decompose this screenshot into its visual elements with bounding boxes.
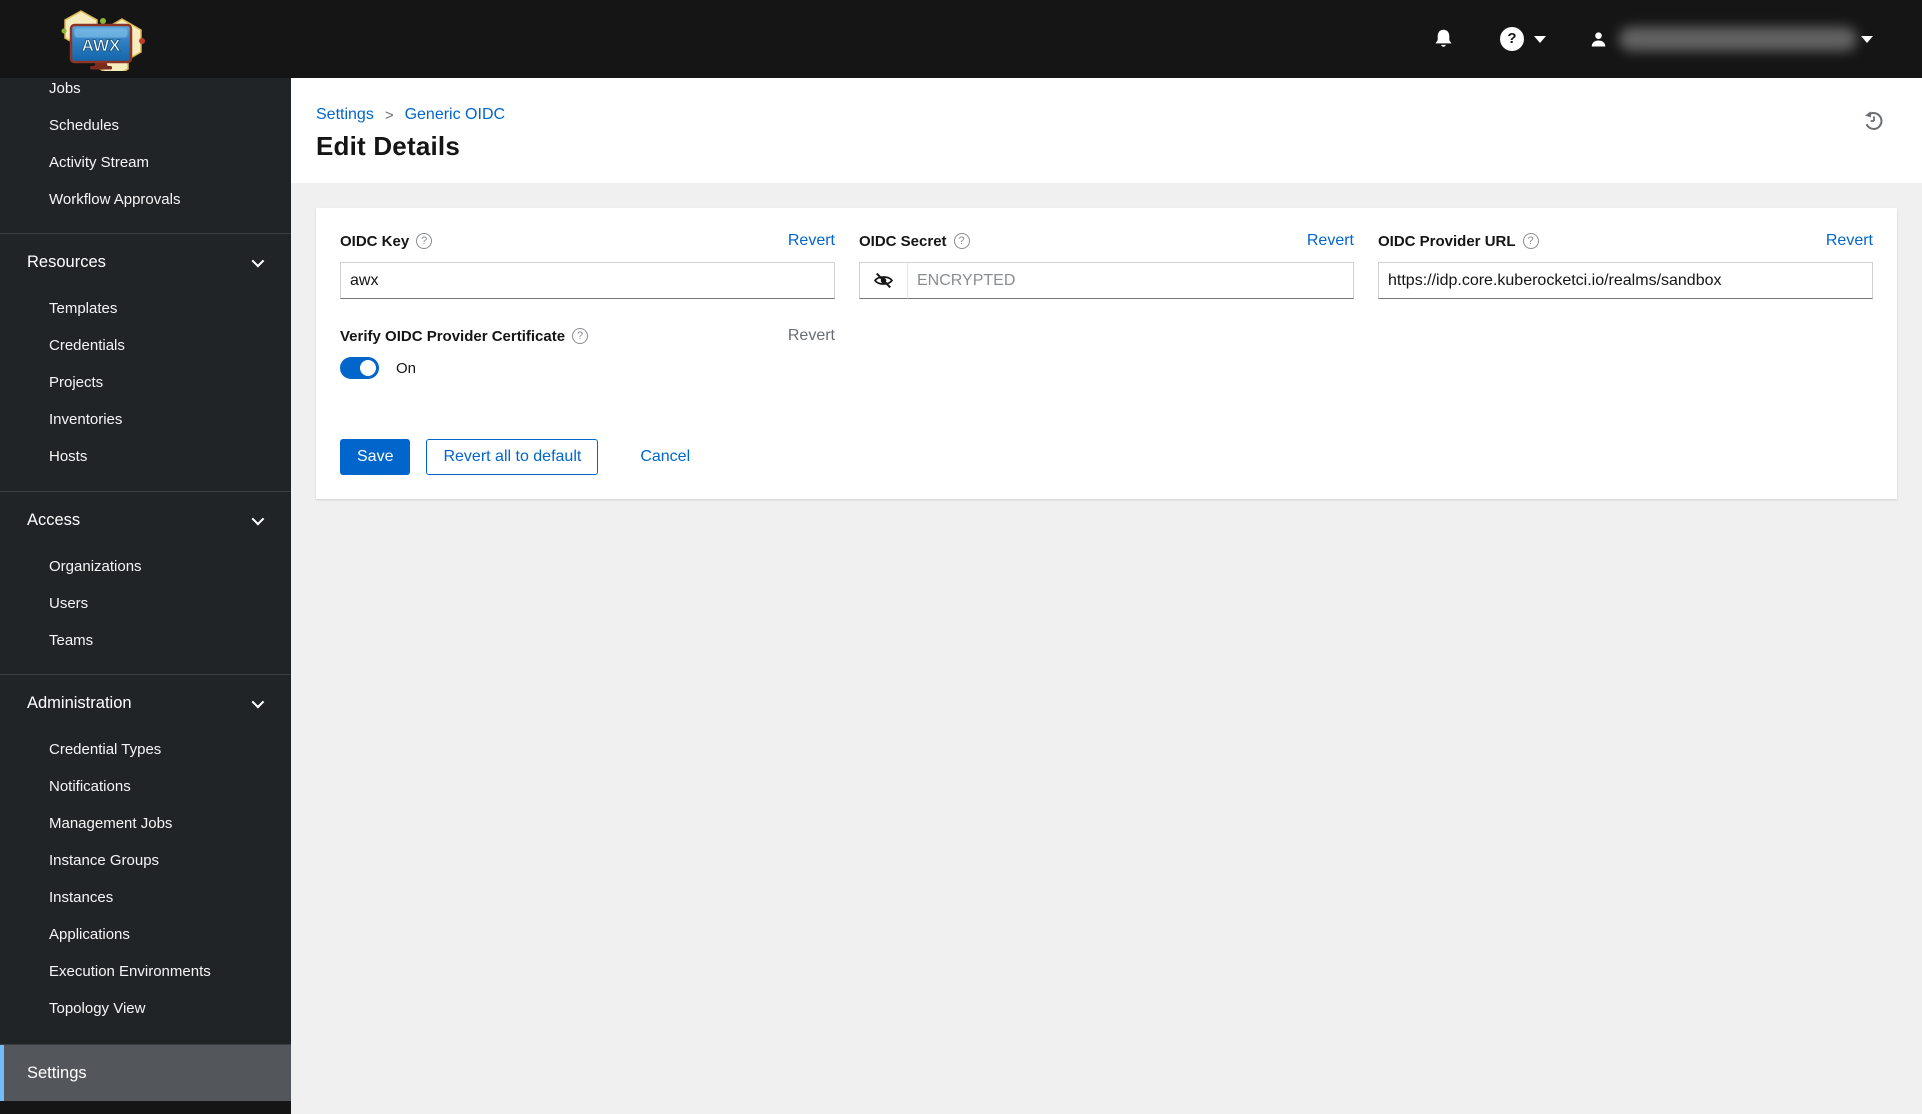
field-oidc-secret: OIDC Secret Revert bbox=[859, 232, 1354, 299]
oidc-provider-url-label: OIDC Provider URL bbox=[1378, 232, 1516, 250]
eye-slash-icon bbox=[874, 272, 893, 289]
sidebar-item-topology-view[interactable]: Topology View bbox=[0, 990, 291, 1027]
sidebar-section-resources: Resources Templates Credentials Projects… bbox=[0, 234, 291, 492]
sidebar-item-projects[interactable]: Projects bbox=[0, 364, 291, 401]
save-button[interactable]: Save bbox=[340, 439, 411, 475]
notifications-button[interactable] bbox=[1434, 28, 1453, 50]
caret-down-icon bbox=[1861, 35, 1873, 43]
sidebar-item-execution-environments[interactable]: Execution Environments bbox=[0, 953, 291, 990]
oidc-provider-url-revert-button[interactable]: Revert bbox=[1826, 232, 1873, 250]
page-title: Edit Details bbox=[316, 131, 460, 161]
sidebar-item-activity-stream[interactable]: Activity Stream bbox=[0, 144, 291, 181]
oidc-key-label: OIDC Key bbox=[340, 232, 410, 250]
oidc-secret-label: OIDC Secret bbox=[859, 232, 947, 250]
oidc-secret-input[interactable] bbox=[908, 262, 1354, 299]
chevron-down-icon bbox=[251, 695, 265, 708]
svg-text:AWX: AWX bbox=[82, 36, 121, 55]
bell-icon bbox=[1435, 29, 1452, 47]
history-icon bbox=[1865, 111, 1883, 131]
sidebar: Jobs Schedules Activity Stream Workflow … bbox=[0, 78, 291, 1114]
field-oidc-provider-url: OIDC Provider URL Revert bbox=[1378, 232, 1873, 299]
masthead-actions bbox=[1434, 27, 1873, 51]
oidc-provider-url-input[interactable] bbox=[1378, 262, 1873, 299]
nav-toggle-button[interactable] bbox=[26, 35, 34, 43]
edit-details-card: OIDC Key Revert OIDC Secret Revert bbox=[316, 208, 1897, 499]
sidebar-item-organizations[interactable]: Organizations bbox=[0, 548, 291, 585]
user-icon bbox=[1591, 31, 1606, 47]
sidebar-item-applications[interactable]: Applications bbox=[0, 916, 291, 953]
question-circle-icon[interactable] bbox=[1522, 233, 1539, 249]
toggle-state-label: On bbox=[396, 359, 417, 377]
user-name-redacted bbox=[1619, 27, 1857, 51]
sidebar-item-teams[interactable]: Teams bbox=[0, 622, 291, 659]
sidebar-group-administration[interactable]: Administration bbox=[0, 675, 291, 731]
caret-down-icon bbox=[1534, 35, 1546, 43]
verify-certificate-revert-button: Revert bbox=[787, 327, 835, 344]
sidebar-item-schedules[interactable]: Schedules bbox=[0, 107, 291, 144]
help-menu-button[interactable] bbox=[1500, 27, 1546, 51]
sidebar-item-inventories[interactable]: Inventories bbox=[0, 401, 291, 438]
question-circle-icon[interactable] bbox=[416, 233, 433, 249]
sidebar-section-views: Jobs Schedules Activity Stream Workflow … bbox=[0, 78, 291, 234]
sidebar-section-administration: Administration Credential Types Notifica… bbox=[0, 675, 291, 1045]
breadcrumb-link-settings[interactable]: Settings bbox=[316, 106, 374, 124]
masthead: AWX bbox=[0, 0, 1922, 78]
verify-certificate-toggle[interactable] bbox=[340, 357, 379, 379]
sidebar-item-instance-groups[interactable]: Instance Groups bbox=[0, 842, 291, 879]
sidebar-item-templates[interactable]: Templates bbox=[0, 290, 291, 327]
sidebar-item-hosts[interactable]: Hosts bbox=[0, 438, 291, 475]
sidebar-item-workflow-approvals[interactable]: Workflow Approvals bbox=[0, 181, 291, 218]
breadcrumb-separator: > bbox=[384, 106, 394, 124]
question-circle-icon[interactable] bbox=[953, 233, 970, 249]
settings-form: OIDC Key Revert OIDC Secret Revert bbox=[340, 232, 1873, 379]
oidc-key-revert-button[interactable]: Revert bbox=[788, 232, 835, 250]
chevron-down-icon bbox=[251, 254, 265, 267]
field-oidc-key: OIDC Key Revert bbox=[340, 232, 835, 299]
verify-certificate-label: Verify OIDC Provider Certificate bbox=[340, 327, 566, 345]
sidebar-item-users[interactable]: Users bbox=[0, 585, 291, 622]
main-content: Settings > Generic OIDC Edit Details OID… bbox=[291, 78, 1922, 1114]
cancel-button[interactable]: Cancel bbox=[624, 439, 706, 475]
oidc-key-input[interactable] bbox=[340, 262, 835, 299]
sidebar-item-management-jobs[interactable]: Management Jobs bbox=[0, 805, 291, 842]
sidebar-item-notifications[interactable]: Notifications bbox=[0, 768, 291, 805]
sidebar-group-access[interactable]: Access bbox=[0, 492, 291, 548]
page-body: OIDC Key Revert OIDC Secret Revert bbox=[291, 183, 1922, 1114]
reveal-secret-button[interactable] bbox=[859, 262, 908, 299]
awx-logo-icon: AWX bbox=[61, 10, 145, 71]
breadcrumb-link-generic-oidc[interactable]: Generic OIDC bbox=[405, 106, 505, 124]
sidebar-item-jobs[interactable]: Jobs bbox=[0, 78, 291, 107]
page-header: Settings > Generic OIDC Edit Details bbox=[291, 78, 1922, 183]
sidebar-section-access: Access Organizations Users Teams bbox=[0, 492, 291, 675]
oidc-secret-revert-button[interactable]: Revert bbox=[1307, 232, 1354, 250]
breadcrumb: Settings > Generic OIDC bbox=[316, 106, 1886, 124]
form-actions: Save Revert all to default Cancel bbox=[340, 439, 1873, 475]
help-icon bbox=[1500, 27, 1524, 51]
sidebar-item-credentials[interactable]: Credentials bbox=[0, 327, 291, 364]
history-button[interactable] bbox=[1862, 108, 1886, 135]
sidebar-item-credential-types[interactable]: Credential Types bbox=[0, 731, 291, 768]
revert-all-button[interactable]: Revert all to default bbox=[426, 439, 599, 475]
chevron-down-icon bbox=[251, 512, 265, 525]
user-menu-button[interactable] bbox=[1590, 27, 1873, 51]
sidebar-nav: Jobs Schedules Activity Stream Workflow … bbox=[0, 78, 291, 1101]
sidebar-bottom-fill bbox=[0, 1101, 291, 1114]
sidebar-item-instances[interactable]: Instances bbox=[0, 879, 291, 916]
field-verify-oidc-certificate: Verify OIDC Provider Certificate Revert … bbox=[340, 327, 835, 379]
question-circle-icon[interactable] bbox=[572, 328, 589, 344]
sidebar-group-resources[interactable]: Resources bbox=[0, 234, 291, 290]
sidebar-item-settings[interactable]: Settings bbox=[0, 1045, 291, 1101]
awx-logo[interactable]: AWX bbox=[54, 6, 150, 72]
